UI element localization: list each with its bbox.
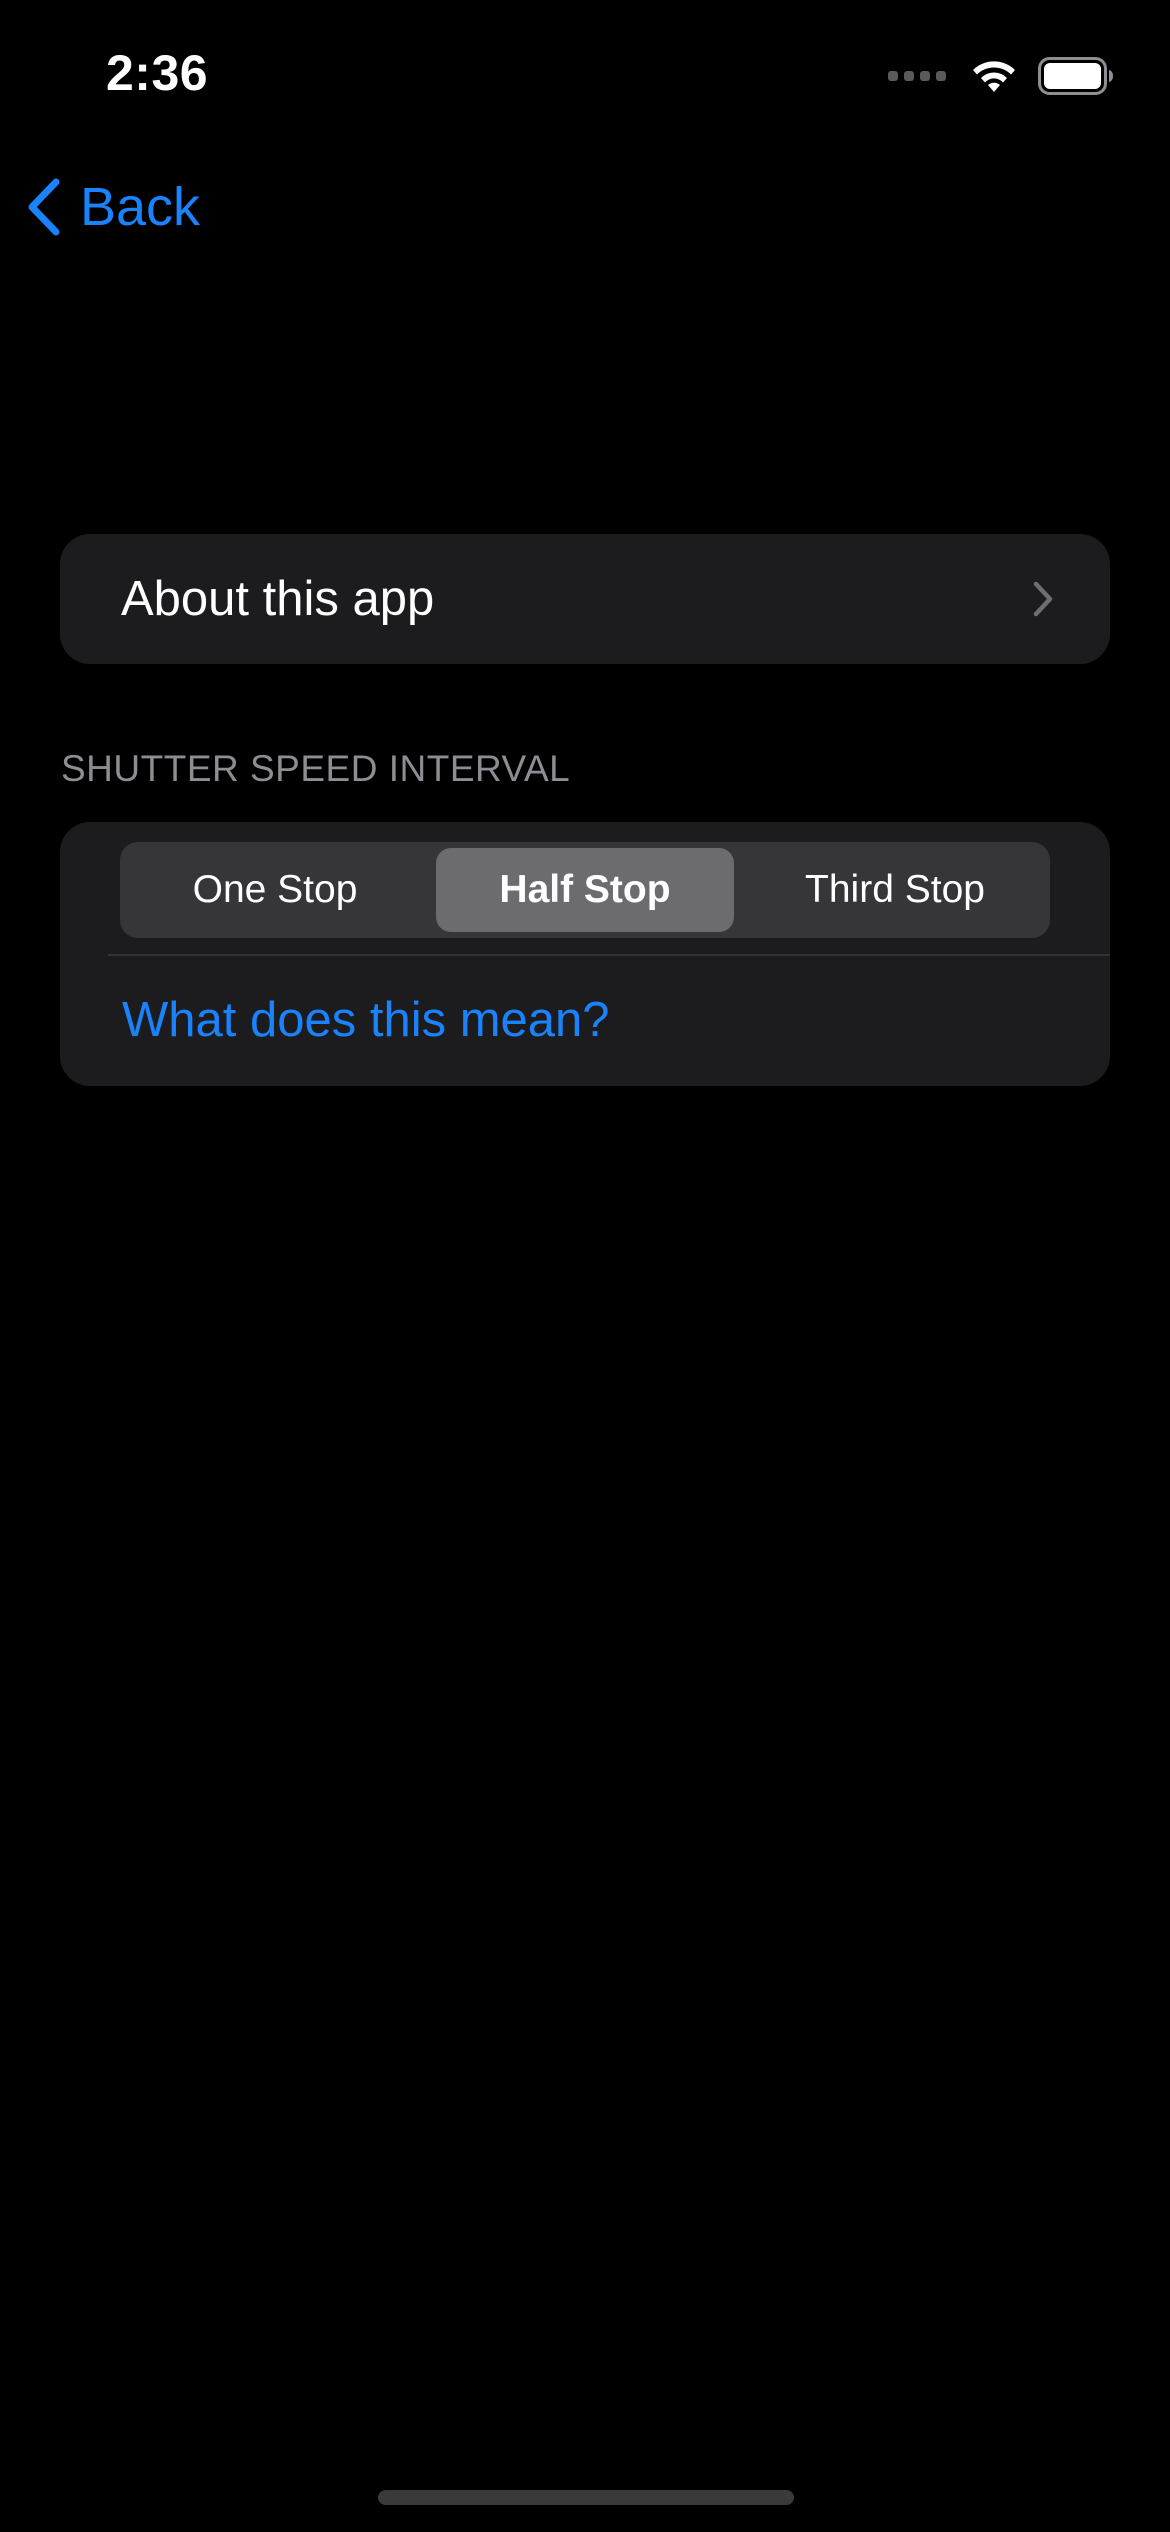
about-app-label: About this app <box>121 572 435 626</box>
what-does-this-mean-link[interactable]: What does this mean? <box>122 992 610 1048</box>
status-icons <box>888 54 1114 98</box>
home-indicator[interactable] <box>378 2490 794 2505</box>
wifi-icon <box>973 61 1015 92</box>
shutter-interval-segmented-control[interactable]: One Stop Half Stop Third Stop <box>120 842 1050 938</box>
segment-third-stop[interactable]: Third Stop <box>746 848 1044 932</box>
chevron-left-icon <box>28 178 60 236</box>
battery-icon <box>1038 57 1113 95</box>
about-app-row[interactable]: About this app <box>60 534 1110 664</box>
segment-half-stop[interactable]: Half Stop <box>436 848 734 932</box>
back-button[interactable]: Back <box>26 170 200 244</box>
divider <box>108 954 1110 956</box>
back-label: Back <box>80 177 201 237</box>
section-header-shutter-speed-interval: SHUTTER SPEED INTERVAL <box>61 748 571 789</box>
segment-one-stop[interactable]: One Stop <box>126 848 424 932</box>
shutter-interval-card: One Stop Half Stop Third Stop What does … <box>60 822 1110 1086</box>
status-time: 2:36 <box>106 45 209 101</box>
cellular-signal-icon <box>888 71 946 81</box>
chevron-right-icon <box>1033 581 1053 617</box>
